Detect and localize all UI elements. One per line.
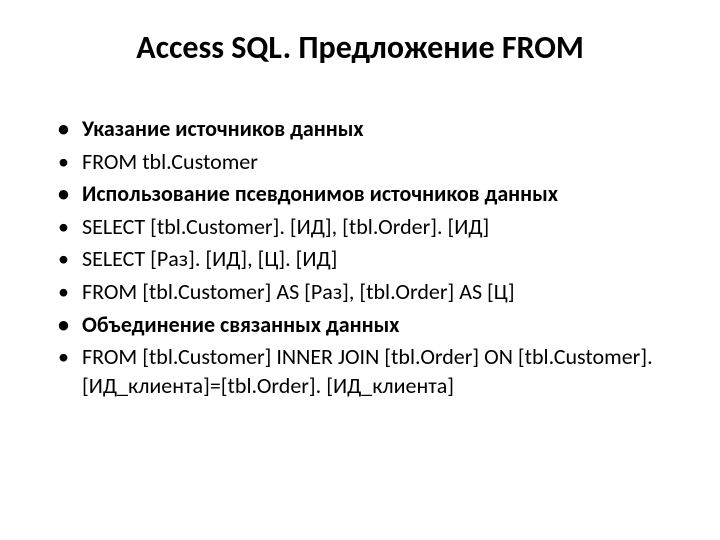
list-item: Объединение связанных данных: [58, 311, 680, 340]
list-item: FROM [tbl.Customer] INNER JOIN [tbl.Orde…: [58, 343, 680, 400]
list-item: FROM tbl.Customer: [58, 148, 680, 177]
list-item: SELECT [Раз]. [ИД], [Ц]. [ИД]: [58, 245, 680, 274]
list-item: Указание источников данных: [58, 115, 680, 144]
slide-title: Access SQL. Предложение FROM: [40, 28, 680, 67]
list-item: Использование псевдонимов источников дан…: [58, 180, 680, 209]
list-item: FROM [tbl.Customer] AS [Раз], [tbl.Order…: [58, 278, 680, 307]
list-item: SELECT [tbl.Customer]. [ИД], [tbl.Order]…: [58, 213, 680, 242]
bullet-list: Указание источников данных FROM tbl.Cust…: [40, 115, 680, 400]
